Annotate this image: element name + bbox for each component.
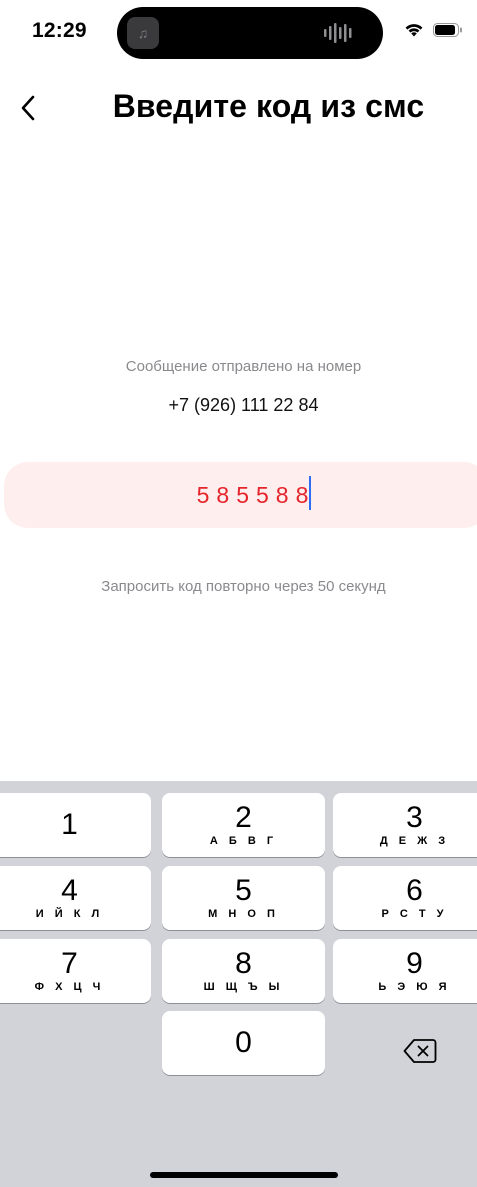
- key-1[interactable]: 1: [0, 793, 151, 857]
- key-number: 6: [406, 874, 423, 907]
- key-4[interactable]: 4 И Й К Л: [0, 866, 151, 930]
- key-letters: А Б В Г: [209, 835, 278, 847]
- key-letters: Ш Щ Ъ Ы: [203, 981, 284, 993]
- key-number: 8: [235, 947, 252, 980]
- key-number: 2: [235, 801, 252, 834]
- key-9[interactable]: 9 Ь Э Ю Я: [333, 939, 477, 1003]
- home-indicator: [150, 1172, 338, 1178]
- sent-label: Сообщение отправлено на номер: [125, 358, 362, 375]
- music-icon: ♫: [127, 17, 159, 49]
- key-number: 4: [61, 874, 78, 907]
- key-letters: Д Е Ж З: [379, 835, 450, 847]
- backspace-icon: [403, 1039, 437, 1063]
- key-letters: Ф Х Ц Ч: [34, 981, 105, 993]
- key-letters: Р С Т У: [381, 908, 448, 920]
- dynamic-island: ♫: [117, 7, 383, 59]
- key-letters: Ь Э Ю Я: [378, 981, 451, 993]
- page-title: Введите код из смс: [112, 88, 425, 124]
- key-5[interactable]: 5 М Н О П: [162, 866, 325, 930]
- key-number: 0: [235, 1026, 252, 1059]
- status-time: 12:29: [32, 19, 87, 42]
- numeric-keypad: 1 2 А Б В Г 3 Д Е Ж З 4 И Й К Л 5 М Н О …: [0, 781, 477, 1187]
- key-letters: И Й К Л: [35, 908, 104, 920]
- resend-countdown: Запросить код повторно через 50 секунд: [101, 578, 386, 595]
- key-number: 9: [406, 947, 423, 980]
- back-button[interactable]: [0, 78, 56, 138]
- header: Введите код из смс: [0, 78, 477, 138]
- key-number: 1: [61, 808, 78, 841]
- key-letters: М Н О П: [208, 908, 279, 920]
- sms-code-value: 585588: [196, 481, 316, 508]
- back-chevron-icon: [21, 95, 35, 121]
- sms-code-input[interactable]: 585588: [4, 462, 477, 528]
- status-icons: [403, 22, 463, 38]
- key-7[interactable]: 7 Ф Х Ц Ч: [0, 939, 151, 1003]
- text-caret: [309, 476, 312, 510]
- waveform-icon: [324, 23, 352, 43]
- wifi-icon: [405, 24, 423, 37]
- status-bar: 12:29 ♫: [0, 0, 477, 66]
- battery-icon: [433, 23, 462, 37]
- key-number: 7: [61, 947, 78, 980]
- key-3[interactable]: 3 Д Е Ж З: [333, 793, 477, 857]
- key-8[interactable]: 8 Ш Щ Ъ Ы: [162, 939, 325, 1003]
- phone-number: +7 (926) 111 22 84: [168, 395, 319, 415]
- backspace-button[interactable]: [370, 1031, 470, 1071]
- key-number: 5: [235, 874, 252, 907]
- key-number: 3: [406, 801, 423, 834]
- key-0[interactable]: 0: [162, 1011, 325, 1075]
- key-6[interactable]: 6 Р С Т У: [333, 866, 477, 930]
- key-2[interactable]: 2 А Б В Г: [162, 793, 325, 857]
